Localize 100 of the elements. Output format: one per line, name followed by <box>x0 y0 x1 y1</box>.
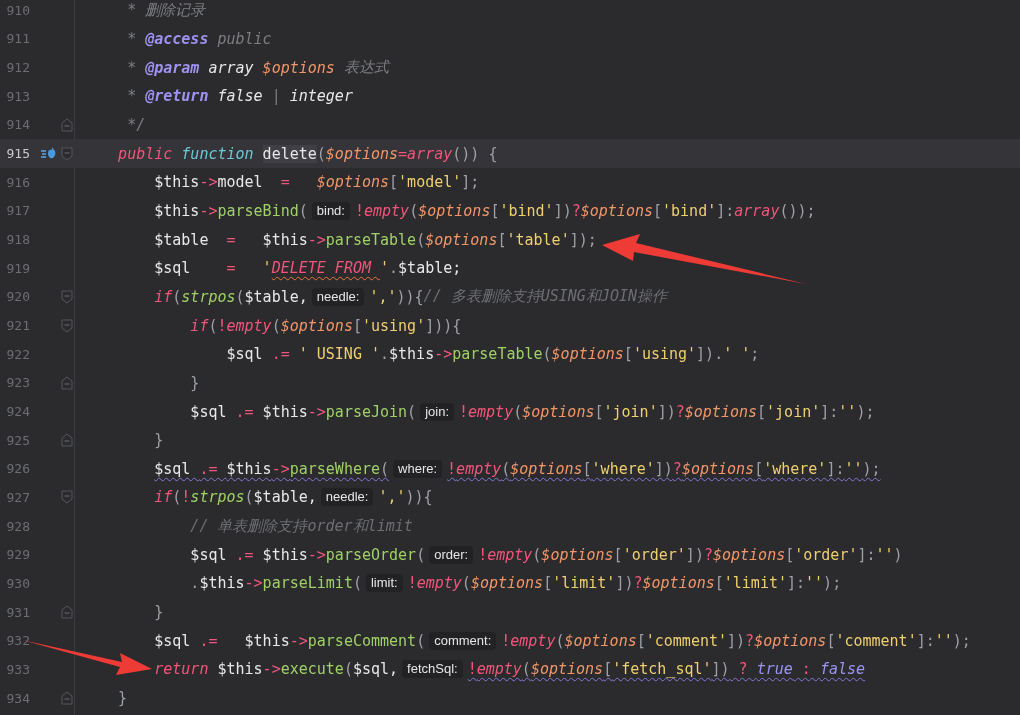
operator: ! <box>459 402 469 421</box>
fold-end-icon[interactable] <box>61 605 73 620</box>
line-number: 928 <box>5 518 30 534</box>
punctuation: } <box>118 689 128 708</box>
operator: -> <box>244 574 263 593</box>
fold-icon[interactable] <box>61 318 73 333</box>
parameter-hint: needle: <box>311 287 365 306</box>
line-number: 927 <box>5 490 30 505</box>
builtin-call: array <box>407 144 453 163</box>
punctuation: ( <box>244 488 254 507</box>
punctuation: [ <box>352 316 362 335</box>
method-name: parseTable <box>452 345 543 364</box>
parameter-hint: bind: <box>311 201 350 220</box>
line-number: 914 <box>5 117 30 133</box>
string-literal: '' <box>844 459 863 478</box>
doc-comment: 表达式 <box>342 58 389 78</box>
fold-icon[interactable] <box>61 490 73 505</box>
string-literal: ' ' <box>723 345 751 364</box>
line-number: 919 <box>5 260 30 276</box>
fold-end-icon[interactable] <box>61 117 73 132</box>
string-literal: 'limit' <box>723 574 787 593</box>
operator: -> <box>199 173 218 192</box>
variable: $this <box>389 345 435 364</box>
variable: $options <box>280 316 353 335</box>
variable: $options <box>316 173 390 192</box>
method-marker-icon[interactable] <box>41 146 57 161</box>
variable: $sql <box>226 345 264 364</box>
operator: -> <box>307 545 326 564</box>
function-call: strpos <box>190 488 245 507</box>
sql-text: DELETE FROM <box>271 259 373 278</box>
line-number: 924 <box>5 404 30 419</box>
punctuation: ]) <box>685 545 704 564</box>
line-number: 912 <box>5 60 30 76</box>
parameter-hint: order: <box>429 545 474 564</box>
punctuation: ( <box>513 402 523 421</box>
operator: ! <box>467 660 477 679</box>
line-number: 915 <box>5 146 30 162</box>
punctuation: [ <box>594 402 604 421</box>
variable: $this <box>199 574 245 593</box>
constant: false <box>819 660 866 679</box>
punctuation: ])){ <box>425 316 462 335</box>
string-literal: '' <box>934 631 953 650</box>
line-number: 932 <box>5 633 30 649</box>
string-literal: 'join' <box>766 402 821 421</box>
line-number: 923 <box>5 375 30 391</box>
variable: $table <box>154 230 210 249</box>
variable: $table, <box>244 287 308 306</box>
operator: ? <box>633 574 643 593</box>
variable: $sql, <box>352 660 399 679</box>
punctuation: ( <box>298 201 308 220</box>
punctuation: ( <box>416 545 426 564</box>
fold-end-icon[interactable] <box>61 433 73 448</box>
punctuation: ( <box>409 201 419 220</box>
variable: $options <box>530 660 604 679</box>
fold-icon[interactable] <box>61 289 73 304</box>
builtin-call: array <box>734 201 780 220</box>
operator: .= <box>235 545 255 564</box>
operator: ! <box>181 488 191 507</box>
operator: -> <box>307 402 326 421</box>
doc-tag: @return <box>145 87 209 106</box>
punctuation: ( <box>208 316 218 335</box>
variable: $sql <box>154 631 192 650</box>
operator: ! <box>407 574 417 593</box>
variable: $options <box>541 545 614 564</box>
operator: -> <box>262 660 281 679</box>
variable: $sql <box>154 259 192 278</box>
string-literal: 'comment' <box>645 631 728 650</box>
punctuation: . <box>190 574 200 593</box>
punctuation: ]: <box>916 631 935 650</box>
punctuation: . <box>389 259 399 278</box>
variable: $options <box>564 631 637 650</box>
fold-end-icon[interactable] <box>61 375 73 390</box>
variable: $options <box>754 631 827 650</box>
line-number: 930 <box>5 575 30 591</box>
method-name: parseLimit <box>262 574 353 593</box>
builtin-call: empty <box>364 201 410 220</box>
punctuation: [ <box>636 631 646 650</box>
line-number: 926 <box>5 461 30 477</box>
doc-tag: @param <box>145 58 200 77</box>
operator: ? <box>672 459 682 478</box>
operator: = <box>280 173 291 192</box>
string-literal: 'model' <box>398 173 462 192</box>
variable: $table; <box>398 259 462 278</box>
keyword: if <box>154 287 173 306</box>
string-literal: 'comment' <box>835 631 917 650</box>
constant: true <box>756 660 793 679</box>
operator: -> <box>434 345 453 364</box>
punctuation: . <box>380 345 390 364</box>
builtin-call: empty <box>456 459 502 478</box>
fold-end-icon[interactable] <box>61 691 73 706</box>
punctuation: [ <box>754 459 764 478</box>
fold-icon[interactable] <box>61 146 73 161</box>
operator: ? <box>675 402 685 421</box>
punctuation: ; <box>750 345 760 364</box>
keyword: if <box>190 316 209 335</box>
variable: $options <box>642 574 715 593</box>
punctuation: ]) <box>657 402 676 421</box>
punctuation: ); <box>823 574 842 593</box>
punctuation: ()); <box>779 201 816 220</box>
builtin-call: empty <box>476 660 522 679</box>
